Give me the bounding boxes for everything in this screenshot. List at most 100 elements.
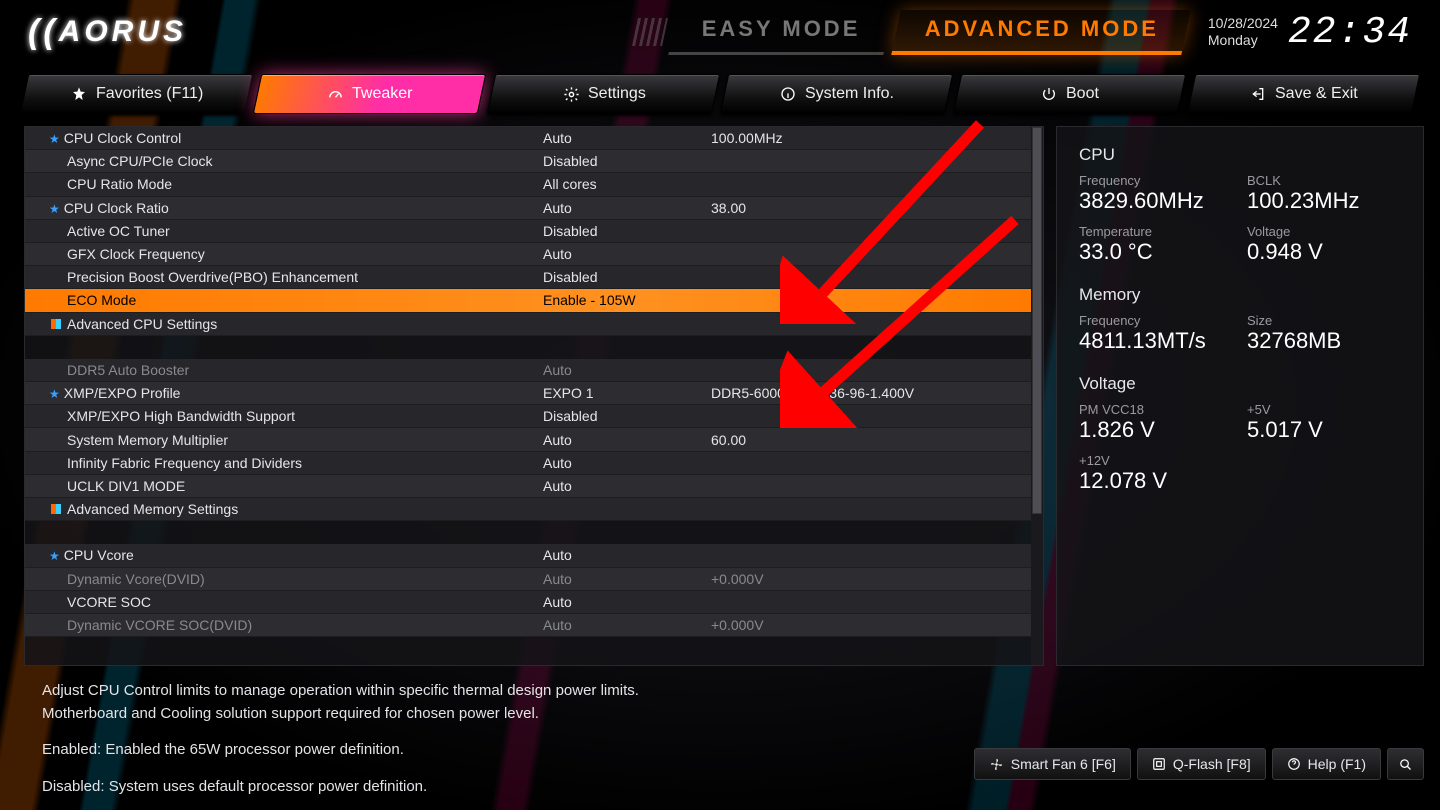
setting-row[interactable]: ★CPU VcoreAuto — [25, 544, 1031, 567]
nav-settings[interactable]: Settings — [486, 74, 720, 114]
nav-boot[interactable]: Boot — [953, 74, 1187, 114]
row-label: ★CPU Clock Ratio — [67, 200, 543, 216]
help-icon — [1287, 757, 1301, 771]
search-icon — [1398, 757, 1413, 772]
cpu-title: CPU — [1079, 145, 1401, 165]
setting-row[interactable]: ECO ModeEnable - 105W — [25, 289, 1031, 312]
setting-row[interactable]: DDR5 Auto BoosterAuto — [25, 359, 1031, 382]
setting-row[interactable]: XMP/EXPO High Bandwidth SupportDisabled — [25, 405, 1031, 428]
favorite-star-icon: ★ — [49, 202, 60, 216]
help-text: Adjust CPU Control limits to manage oper… — [0, 666, 780, 798]
help-button[interactable]: Help (F1) — [1272, 748, 1381, 780]
setting-row[interactable]: ★CPU Clock ControlAuto100.00MHz — [25, 127, 1031, 150]
nav-favorites[interactable]: Favorites (F11) — [20, 74, 254, 114]
setting-row[interactable]: Dynamic VCORE SOC(DVID)Auto+0.000V — [25, 614, 1031, 637]
brand-logo: ((AORUS — [28, 13, 187, 52]
setting-row[interactable]: ★XMP/EXPO ProfileEXPO 1DDR5-6000 28-36-3… — [25, 382, 1031, 405]
clock: 10/28/2024 Monday 22:34 — [1208, 11, 1412, 54]
row-value: Auto — [543, 571, 711, 587]
star-icon — [70, 85, 88, 103]
row-label: Async CPU/PCIe Clock — [67, 153, 543, 169]
row-label: UCLK DIV1 MODE — [67, 478, 543, 494]
voltage-12v: 12.078 V — [1079, 468, 1233, 494]
nav-label: Tweaker — [353, 85, 413, 103]
setting-row[interactable]: Advanced CPU Settings — [25, 313, 1031, 336]
setting-row[interactable]: ★CPU Clock RatioAuto38.00 — [25, 197, 1031, 220]
row-value: EXPO 1 — [543, 385, 711, 401]
row-value: Auto — [543, 432, 711, 448]
row-value: Auto — [543, 455, 711, 471]
row-label: Precision Boost Overdrive(PBO) Enhanceme… — [67, 269, 543, 285]
setting-row[interactable]: VCORE SOCAuto — [25, 591, 1031, 614]
row-value: Auto — [543, 362, 711, 378]
row-label: System Memory Multiplier — [67, 432, 543, 448]
row-extra: +0.000V — [711, 617, 1031, 633]
row-extra: 60.00 — [711, 432, 1031, 448]
exit-icon — [1249, 85, 1267, 103]
status-panel: CPU Frequency3829.60MHz BCLK100.23MHz Te… — [1056, 126, 1424, 666]
mem-frequency: 4811.13MT/s — [1079, 328, 1233, 354]
row-value: Auto — [543, 547, 711, 563]
setting-row[interactable]: Active OC TunerDisabled — [25, 220, 1031, 243]
setting-row[interactable]: Async CPU/PCIe ClockDisabled — [25, 150, 1031, 173]
setting-row[interactable]: UCLK DIV1 MODEAuto — [25, 475, 1031, 498]
nav-label: Favorites (F11) — [96, 85, 203, 103]
mem-size: 32768MB — [1247, 328, 1401, 354]
scroll-thumb[interactable] — [1032, 127, 1042, 514]
setting-row[interactable]: Advanced Memory Settings — [25, 498, 1031, 521]
setting-row[interactable]: System Memory MultiplierAuto60.00 — [25, 428, 1031, 451]
voltage-vcc18: 1.826 V — [1079, 417, 1233, 443]
cpu-voltage: 0.948 V — [1247, 239, 1401, 265]
nav-label: System Info. — [805, 85, 894, 103]
favorite-star-icon: ★ — [49, 549, 60, 563]
nav-save-exit[interactable]: Save & Exit — [1186, 74, 1420, 114]
setting-row[interactable]: Infinity Fabric Frequency and DividersAu… — [25, 452, 1031, 475]
row-label: CPU Ratio Mode — [67, 176, 543, 192]
power-icon — [1041, 85, 1059, 103]
row-value: Auto — [543, 594, 711, 610]
gauge-icon — [327, 85, 345, 103]
qflash-button[interactable]: Q-Flash [F8] — [1137, 748, 1266, 780]
section-gap — [25, 336, 1031, 359]
row-extra: 38.00 — [711, 200, 1031, 216]
row-label: DDR5 Auto Booster — [67, 362, 543, 378]
row-label: ECO Mode — [67, 292, 543, 308]
memory-title: Memory — [1079, 285, 1401, 305]
day-text: Monday — [1208, 32, 1278, 49]
row-value: Enable - 105W — [543, 292, 711, 308]
row-label: Infinity Fabric Frequency and Dividers — [67, 455, 543, 471]
qflash-icon — [1152, 757, 1166, 771]
row-value: Disabled — [543, 408, 711, 424]
mode-decor — [632, 18, 668, 46]
row-label: Advanced Memory Settings — [67, 501, 543, 517]
smart-fan-button[interactable]: Smart Fan 6 [F6] — [974, 748, 1131, 780]
cpu-temp: 33.0 °C — [1079, 239, 1233, 265]
row-extra: 100.00MHz — [711, 130, 1031, 146]
easy-mode-tab[interactable]: EASY MODE — [668, 10, 892, 55]
nav-label: Boot — [1067, 85, 1100, 103]
favorite-star-icon: ★ — [49, 132, 60, 146]
row-value: Auto — [543, 617, 711, 633]
time-text: 22:34 — [1288, 11, 1412, 54]
row-value: Auto — [543, 130, 711, 146]
row-value: Disabled — [543, 223, 711, 239]
advanced-mode-tab[interactable]: ADVANCED MODE — [891, 10, 1191, 55]
row-value: Disabled — [543, 269, 711, 285]
row-extra: DDR5-6000 28-36-36-96-1.400V — [711, 385, 1031, 401]
setting-row[interactable]: GFX Clock FrequencyAuto — [25, 243, 1031, 266]
row-label: GFX Clock Frequency — [67, 246, 543, 262]
nav-system-info[interactable]: System Info. — [720, 74, 954, 114]
setting-row[interactable]: Dynamic Vcore(DVID)Auto+0.000V — [25, 568, 1031, 591]
row-extra: +0.000V — [711, 571, 1031, 587]
nav-tweaker[interactable]: Tweaker — [253, 74, 487, 114]
search-button[interactable] — [1387, 748, 1424, 780]
cpu-frequency: 3829.60MHz — [1079, 188, 1233, 214]
setting-row[interactable]: Precision Boost Overdrive(PBO) Enhanceme… — [25, 266, 1031, 289]
section-gap — [25, 521, 1031, 544]
row-label: ★XMP/EXPO Profile — [67, 385, 543, 401]
row-label: Advanced CPU Settings — [67, 316, 543, 332]
setting-row[interactable]: CPU Ratio ModeAll cores — [25, 173, 1031, 196]
scrollbar[interactable] — [1031, 127, 1043, 665]
row-label: ★CPU Clock Control — [67, 130, 543, 146]
row-value: Disabled — [543, 153, 711, 169]
